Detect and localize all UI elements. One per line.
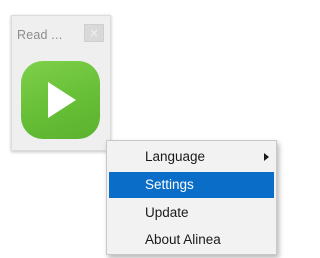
- close-button[interactable]: [84, 24, 104, 42]
- menu-item-label: Update: [145, 205, 189, 220]
- menu-item-label: Language: [145, 149, 206, 164]
- close-icon: [90, 29, 98, 37]
- play-icon: [48, 82, 76, 118]
- menu-item-label: About Alinea: [145, 232, 221, 247]
- desktop-area: Read ... ... Language Settings Update Ab…: [0, 0, 283, 258]
- menu-item-label: Settings: [145, 177, 194, 192]
- menu-item-language[interactable]: Language: [109, 144, 274, 170]
- menu-item-update[interactable]: Update: [109, 200, 274, 226]
- reader-widget: Read ... ...: [11, 15, 114, 157]
- play-button[interactable]: [21, 61, 100, 139]
- widget-title: Read ...: [17, 28, 63, 42]
- submenu-arrow-icon: [264, 153, 269, 161]
- context-menu: Language Settings Update About Alinea: [106, 140, 277, 255]
- menu-item-about[interactable]: About Alinea: [109, 227, 274, 253]
- menu-item-settings[interactable]: Settings: [109, 172, 274, 198]
